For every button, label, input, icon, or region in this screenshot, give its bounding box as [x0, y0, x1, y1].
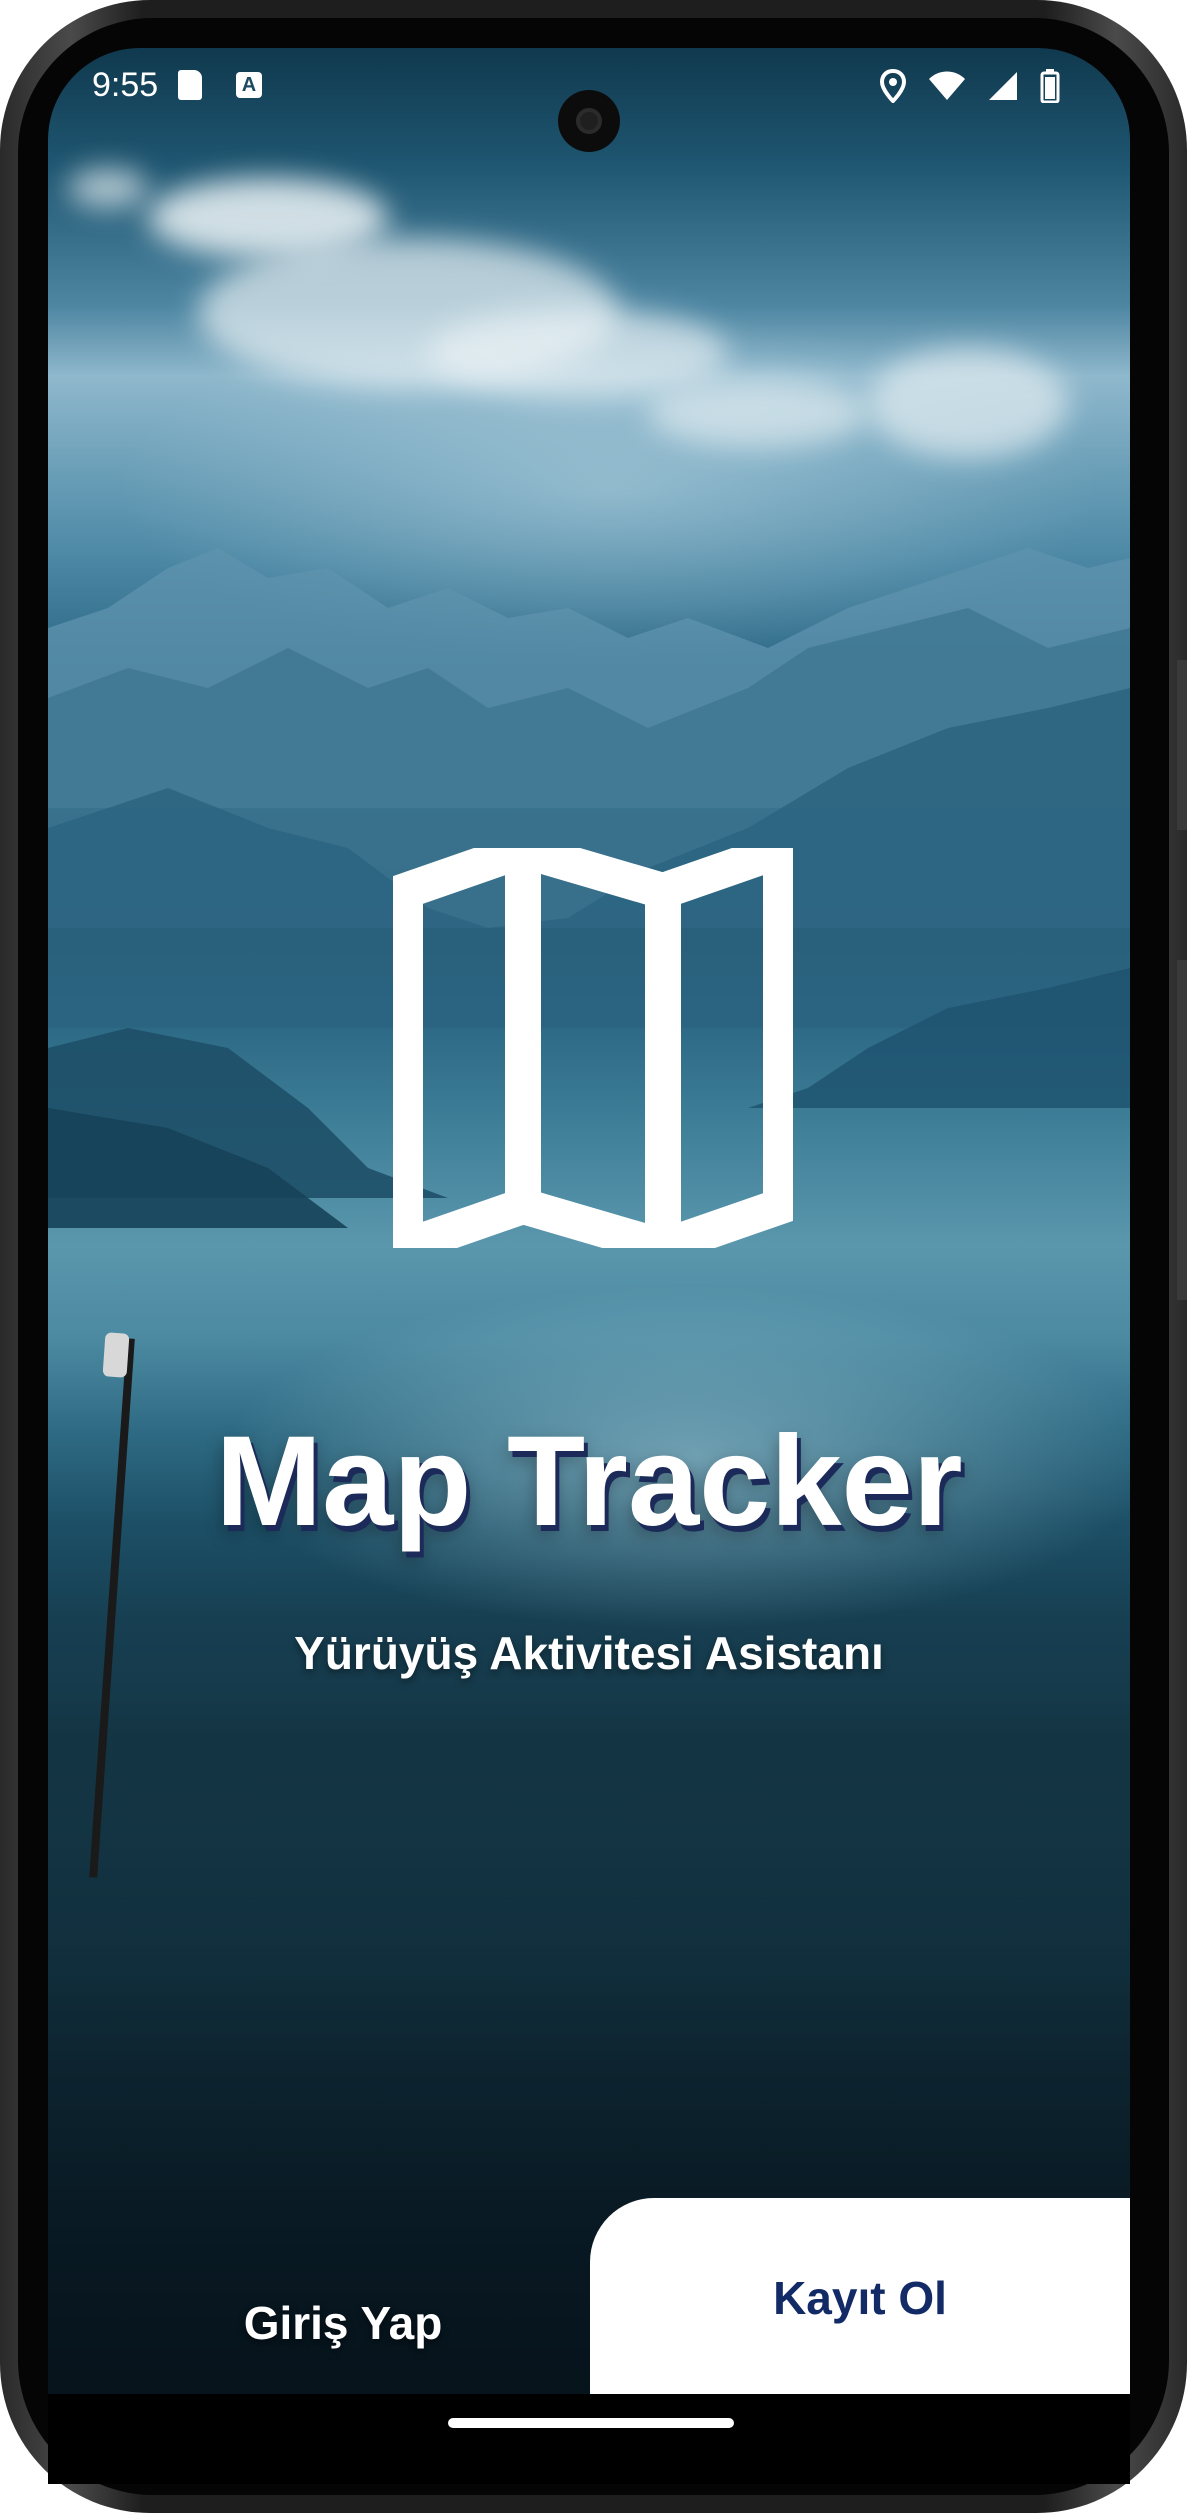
- wifi-icon: [929, 71, 965, 100]
- status-time: 9:55: [92, 66, 159, 104]
- login-button[interactable]: Giriş Yap: [128, 2268, 558, 2378]
- register-panel: Kayıt Ol: [590, 2198, 1130, 2394]
- app-title: Map Tracker: [215, 1410, 963, 1553]
- register-button[interactable]: Kayıt Ol: [590, 2238, 1130, 2358]
- folded-map-icon: [393, 848, 793, 1248]
- welcome-screen: 9:55 A Map Tracker Yürüyüş Aktivitesi As…: [48, 48, 1130, 2394]
- home-indicator[interactable]: [448, 2418, 734, 2428]
- trekking-pole-grip: [102, 1332, 130, 1378]
- location-pin-icon: [880, 69, 906, 103]
- status-icons: [880, 68, 1060, 104]
- front-camera: [558, 90, 620, 152]
- power-button: [1177, 960, 1187, 1300]
- sd-card-icon: [178, 70, 202, 100]
- volume-button: [1177, 660, 1187, 830]
- navigation-bar: [48, 2394, 1130, 2484]
- cellular-signal-icon: [989, 72, 1017, 100]
- battery-icon: [1040, 69, 1060, 103]
- app-subtitle: Yürüyüş Aktivitesi Asistanı: [294, 1627, 884, 1679]
- autofill-a-icon: A: [236, 72, 262, 98]
